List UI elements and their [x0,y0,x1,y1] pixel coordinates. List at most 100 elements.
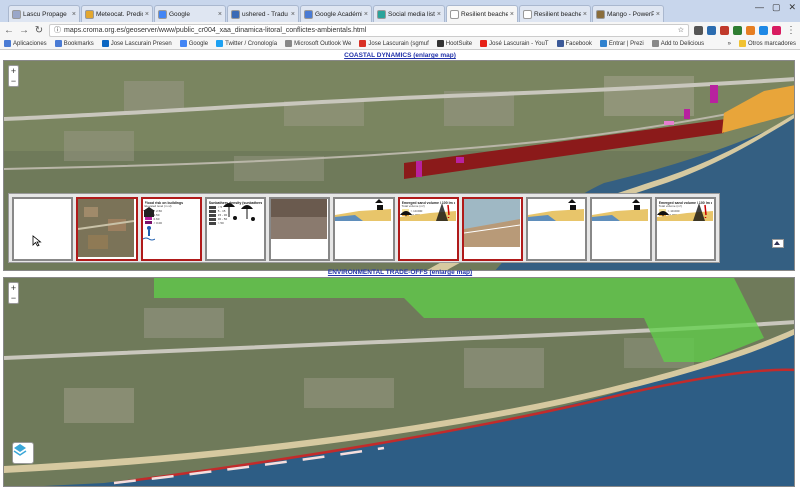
legend-card[interactable]: Flood risk on buildings Elevated level (m… [140,197,202,261]
tab-label: Meteocat. Predicci [96,10,143,18]
environmental-tradeoffs-map[interactable]: + − [3,277,795,487]
legend-card[interactable]: Washover riskBeach backshore width (m)> … [590,197,652,261]
bookmark-favicon [4,40,11,47]
zoom-out-button[interactable]: − [11,293,16,303]
extension-icon[interactable] [759,25,768,35]
tab-favicon [12,9,21,19]
environmental-tradeoffs-link[interactable]: ENVIRONMENTAL TRADE-OFFS (enlarge map) [0,269,800,276]
legend-card[interactable]: Sunbathers density (sunbathers / 10 m²)<… [204,197,267,261]
legend-card[interactable]: Emerged sand volume / 100 lm cell Total v… [654,197,716,261]
close-tab-icon[interactable]: × [218,11,222,18]
bookmark-item[interactable]: HootSuite [436,40,472,47]
reload-icon[interactable]: ↻ [34,25,44,36]
close-tab-icon[interactable]: × [291,11,295,18]
bookmark-item[interactable]: Add to Delicious [651,40,705,47]
bookmark-favicon [101,40,109,47]
tab-favicon [304,9,313,19]
bookmark-label: Entrar | Prezi [608,40,644,47]
legend-card[interactable]: Emerged sand volume / 100 lm cell Total v… [397,197,459,261]
flood-photo [271,199,328,239]
extension-icon[interactable] [694,25,703,35]
bookmark-item[interactable]: Facebook [556,40,592,47]
map1-info-button[interactable] [772,239,784,248]
layers-button[interactable] [12,442,34,464]
close-tab-icon[interactable]: × [72,11,76,18]
bookmark-favicon [216,40,224,47]
close-tab-icon[interactable]: × [583,11,587,18]
extension-icon[interactable] [707,25,716,35]
tab-favicon [231,9,240,19]
info-icon[interactable]: ⓘ [54,25,61,35]
legend-card[interactable] [12,197,74,261]
browser-tab[interactable]: Google Académico× [300,5,372,22]
bookmark-label: Add to Delicious [660,40,705,47]
browser-tab[interactable]: Lascu Propage × [8,5,80,22]
extension-icon[interactable] [746,25,755,35]
building-icon [142,207,155,217]
browser-tab[interactable]: Social media liste × [373,5,445,22]
browser-tab[interactable]: Mango - PowerP × [592,5,664,22]
legend-row-label: < 0.00 [153,220,162,225]
browser-tab[interactable]: ushered - Tradu × [227,5,299,22]
bookmark-item[interactable]: Google [179,40,208,47]
legend-swatch [144,217,152,220]
bookmark-label: José Lascurain - YouT [489,40,549,47]
bookmark-item[interactable]: José Lascurain - YouT [480,40,549,47]
more-bookmarks-chevron[interactable]: » [728,41,731,47]
bookmark-item[interactable]: Microsoft Outlook We [285,40,351,47]
close-tab-icon[interactable]: × [510,11,514,18]
extension-icon[interactable] [733,25,742,35]
back-arrow-icon[interactable]: ← [4,25,14,36]
legend-card[interactable]: Washover riskBeach backshore width (m)> … [333,197,395,261]
browser-tab[interactable]: Google × [154,5,226,22]
close-tab-icon[interactable]: × [364,11,368,18]
maximize-icon[interactable]: ▢ [772,2,781,13]
zoom-in-button[interactable]: + [11,66,16,76]
person-wave-icon [142,226,155,241]
close-tab-icon[interactable]: × [145,11,149,18]
menu-icon[interactable]: ⋮ [786,25,796,36]
address-bar[interactable]: ⓘ maps.croma.org.es/geoserver/www/public… [49,23,689,37]
hand-cursor-icon [774,241,780,245]
legend-card[interactable]: Rip pockets erosion (from 2010) [461,197,524,261]
browser-tab[interactable]: Resilient beaches × [446,5,518,22]
bookmark-star-icon[interactable]: ☆ [678,26,684,34]
browser-tab[interactable]: Meteocat. Predicci× [81,5,153,22]
other-bookmarks[interactable]: Otros marcadores [738,40,796,47]
browser-tab[interactable]: Resilient beaches × [519,5,591,22]
bookmark-favicon [285,40,293,47]
bookmark-label: Twitter / Cronología [225,40,278,47]
legend-card[interactable]: Seasonal flooding riskFlooded areas (m²)… [526,197,588,261]
legend-card[interactable] [76,197,138,261]
beach-cross-section-icon [335,199,392,221]
bookmark-item[interactable]: Jose Lascurain (sgmuf [359,40,429,47]
bookmark-item[interactable]: Entrar | Prezi [599,40,644,47]
close-tab-icon[interactable]: × [656,11,660,18]
coastal-dynamics-map[interactable]: + − Flood risk on buildings Elevated leve… [3,60,795,271]
bookmark-label: Facebook [565,40,592,47]
zoom-out-button[interactable]: − [11,76,16,86]
tab-favicon [377,9,386,19]
close-tab-icon[interactable]: × [437,11,441,18]
extension-icon[interactable] [772,25,781,35]
close-icon[interactable]: ✕ [788,2,796,13]
forward-arrow-icon[interactable]: → [19,25,29,36]
coastal-dynamics-link[interactable]: COASTAL DYNAMICS (enlarge map) [0,52,800,59]
bookmark-list: Aplicaciones Bookmarks Jose Lascurain Pres… [4,40,704,47]
extension-icon[interactable] [720,25,729,35]
bookmark-label: Aplicaciones [13,40,47,47]
bookmark-item[interactable]: Twitter / Cronología [216,40,277,47]
layers-icon [13,444,27,456]
beach-cross-section-icon [592,199,649,221]
bookmarks-bar: Aplicaciones Bookmarks Jose Lascurain Pres… [0,38,800,50]
zoom-in-button[interactable]: + [11,283,16,293]
legend-card[interactable]: Flooded areas in 2010 [269,197,331,261]
bookmark-favicon [599,40,607,47]
bookmark-item[interactable]: Aplicaciones [4,40,47,47]
minimize-icon[interactable]: — [755,2,764,13]
bookmark-item[interactable]: Bookmarks [54,40,94,47]
browser-toolbar: ← → ↻ ⓘ maps.croma.org.es/geoserver/www/… [0,22,800,38]
tab-label: Mango - PowerP [607,10,654,18]
url-text[interactable]: maps.croma.org.es/geoserver/www/public_c… [64,27,366,34]
bookmark-item[interactable]: Jose Lascurain Presen [101,40,172,47]
